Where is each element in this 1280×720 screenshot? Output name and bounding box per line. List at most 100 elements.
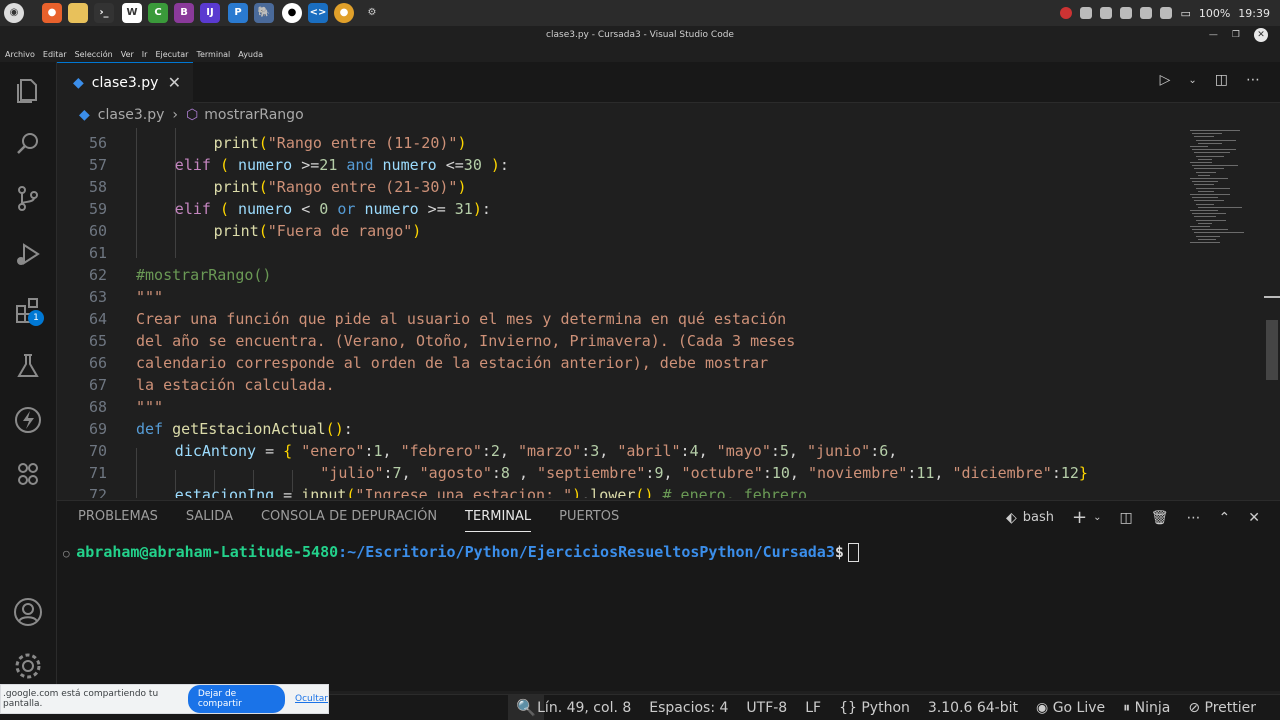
trash-icon[interactable]: 🗑 (1151, 510, 1169, 526)
maximize-icon[interactable]: ❐ (1232, 30, 1240, 40)
tab-clase3[interactable]: ◆ clase3.py ✕ (57, 62, 193, 103)
firefox-icon[interactable]: ● (42, 3, 62, 23)
manage-gear-icon[interactable] (12, 650, 44, 682)
chevron-down-icon[interactable]: ⌄ (1093, 512, 1101, 523)
extensions-badge: 1 (28, 310, 44, 326)
menu-ver[interactable]: Ver (121, 50, 134, 59)
tab-salida[interactable]: SALIDA (186, 509, 233, 532)
code-line: 68 """ (57, 396, 1264, 418)
tab-problemas[interactable]: PROBLEMAS (78, 509, 158, 532)
libreoffice-writer-icon[interactable]: W (122, 3, 142, 23)
screen-share-icon[interactable] (1080, 7, 1093, 19)
testing-icon[interactable] (12, 350, 44, 382)
ninja[interactable]: ⏸ Ninja (1123, 700, 1170, 716)
pycharm-icon[interactable]: P (228, 3, 248, 23)
menu-editar[interactable]: Editar (43, 50, 67, 59)
stop-sharing-button[interactable]: Dejar de compartir (187, 685, 286, 713)
minimap-line (1198, 190, 1214, 192)
shell-name[interactable]: bash (1023, 510, 1054, 525)
breadcrumb-file[interactable]: clase3.py (98, 107, 165, 123)
code-text: def getEstacionActual(): (136, 420, 353, 438)
close-panel-icon[interactable]: ✕ (1248, 510, 1260, 526)
breadcrumb-symbol[interactable]: mostrarRango (204, 107, 303, 123)
bluetooth-icon[interactable] (1100, 7, 1113, 19)
code-line: 69 def getEstacionActual(): (57, 418, 1264, 440)
python-interpreter[interactable]: 3.10.6 64-bit (928, 700, 1018, 716)
tab-close-icon[interactable]: ✕ (168, 73, 181, 92)
remote-icon[interactable] (12, 458, 44, 490)
code-text: calendario corresponde al orden de la es… (136, 354, 769, 372)
code-line: 64 Crear una función que pide al usuario … (57, 308, 1264, 330)
split-editor-icon[interactable]: ◫ (1215, 72, 1228, 90)
search-icon[interactable] (12, 128, 44, 160)
tab-puertos[interactable]: PUERTOS (559, 509, 619, 532)
close-window-icon[interactable]: ✕ (1254, 28, 1268, 42)
prettier[interactable]: ⊘ Prettier (1188, 700, 1256, 716)
menu-ejecutar[interactable]: Ejecutar (155, 50, 188, 59)
menu-icon[interactable]: ◉ (4, 3, 24, 23)
libreoffice-base-icon[interactable]: B (174, 3, 194, 23)
code-text: elif ( numero < 0 or numero >= 31): (174, 200, 491, 218)
menu-ayuda[interactable]: Ayuda (238, 50, 263, 59)
go-live[interactable]: ◉ Go Live (1036, 700, 1105, 716)
language-mode[interactable]: {} Python (839, 700, 910, 716)
tab-terminal[interactable]: TERMINAL (465, 509, 532, 532)
code-line: 57 elif ( numero >=21 and numero <=30 ): (57, 154, 1264, 176)
code-line: 66 calendario corresponde al orden de la … (57, 352, 1264, 374)
source-control-icon[interactable] (12, 182, 44, 214)
minimap-line (1194, 136, 1214, 138)
line-number: 72 (88, 486, 107, 498)
settings-icon[interactable]: ⚙ (362, 3, 382, 23)
vscode-icon[interactable]: <> (308, 3, 328, 23)
files-icon[interactable] (68, 3, 88, 23)
code-line: 58 print("Rango entre (21-30)") (57, 176, 1264, 198)
minimize-icon[interactable]: — (1209, 30, 1218, 40)
code-text: la estación calculada. (136, 376, 335, 394)
battery-icon[interactable]: ▭ (1180, 7, 1190, 20)
intellij-icon[interactable]: IJ (200, 3, 220, 23)
run-file-icon[interactable]: ▷ (1160, 72, 1171, 90)
menu-seleccion[interactable]: Selección (75, 50, 113, 59)
indentation[interactable]: Espacios: 4 (649, 700, 728, 716)
github-icon[interactable]: ● (282, 3, 302, 23)
broadcast-icon: ◉ (1036, 700, 1049, 716)
chevron-down-icon[interactable]: ⌄ (1188, 72, 1196, 90)
cursor-position[interactable]: Lín. 49, col. 8 (537, 700, 631, 716)
split-terminal-icon[interactable]: ◫ (1120, 510, 1133, 526)
python-file-icon: ◆ (79, 107, 90, 123)
minimap-line (1192, 197, 1218, 199)
maximize-panel-icon[interactable]: ⌃ (1219, 510, 1231, 526)
code-line: 56 print("Rango entre (11-20)") (57, 132, 1264, 154)
menu-terminal[interactable]: Terminal (196, 50, 230, 59)
wifi-icon[interactable] (1140, 7, 1153, 19)
more-actions-icon[interactable]: ⋯ (1187, 510, 1201, 526)
terminal-icon[interactable]: ›_ (94, 3, 114, 23)
clock[interactable]: 19:39 (1238, 7, 1270, 20)
chrome-icon[interactable]: ● (334, 3, 354, 23)
postgres-icon[interactable]: 🐘 (254, 3, 274, 23)
editor-scrollbar[interactable] (1266, 320, 1278, 380)
minimap-line (1194, 216, 1216, 218)
menu-ir[interactable]: Ir (142, 50, 148, 59)
extensions-icon[interactable]: 1 (12, 294, 44, 326)
more-actions-icon[interactable]: ⋯ (1246, 72, 1260, 90)
hide-banner-link[interactable]: Ocultar (295, 694, 328, 704)
terminal-prompt[interactable]: ○ abraham@abraham-Latitude-5480:~/Escrit… (63, 543, 859, 562)
encoding[interactable]: UTF-8 (746, 700, 787, 716)
menu-archivo[interactable]: Archivo (5, 50, 35, 59)
code-line: 67 la estación calculada. (57, 374, 1264, 396)
account-icon[interactable] (12, 596, 44, 628)
explorer-icon[interactable] (12, 74, 44, 106)
minimap[interactable] (1186, 128, 1256, 498)
libreoffice-calc-icon[interactable]: C (148, 3, 168, 23)
tab-consola-depuracion[interactable]: CONSOLA DE DEPURACIÓN (261, 509, 437, 532)
code-editor[interactable]: 56 print("Rango entre (11-20)") 57 elif ( n… (57, 128, 1264, 498)
network-icon[interactable] (1120, 7, 1133, 19)
lightning-icon[interactable] (12, 404, 44, 436)
chrome-tray-icon[interactable] (1060, 7, 1073, 19)
line-number: 62 (88, 266, 107, 284)
new-terminal-icon[interactable]: + (1072, 507, 1087, 528)
volume-icon[interactable] (1160, 7, 1173, 19)
end-of-line[interactable]: LF (805, 700, 821, 716)
run-debug-icon[interactable] (12, 238, 44, 270)
